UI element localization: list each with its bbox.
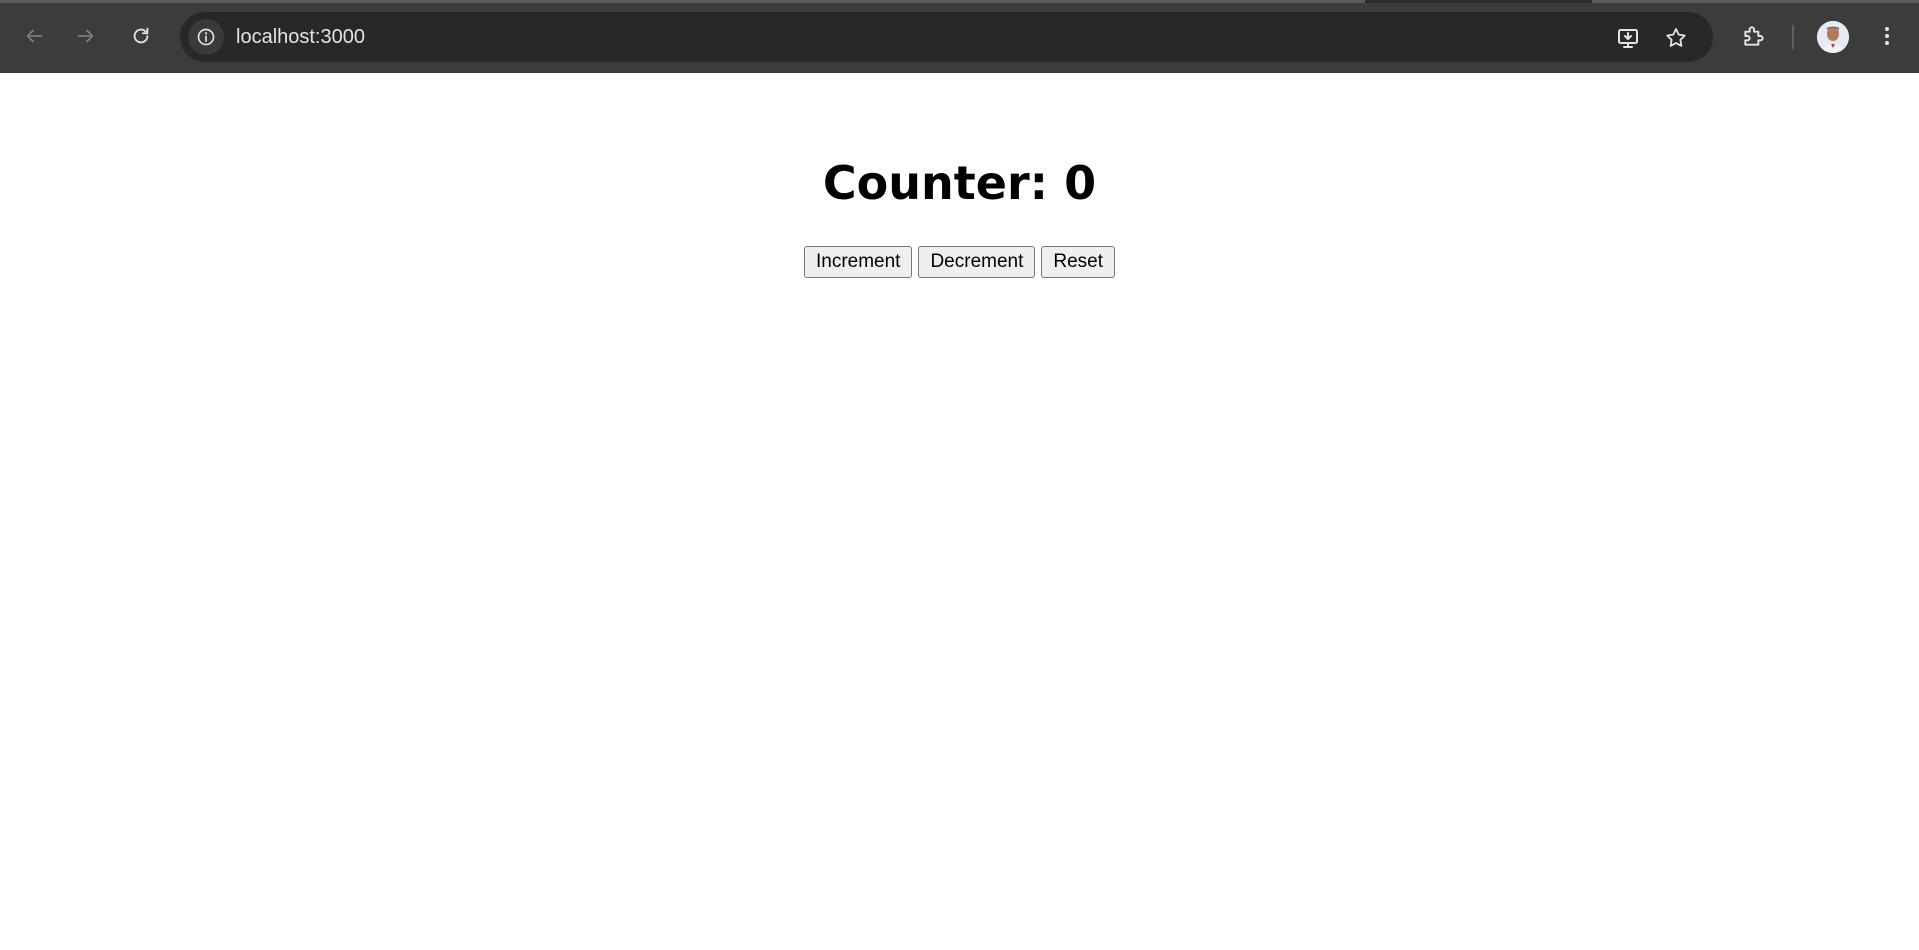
bookmark-button[interactable]: [1663, 25, 1689, 51]
toolbar-divider: [1792, 25, 1794, 49]
browser-toolbar: localhost:3000: [0, 0, 1919, 73]
puzzle-icon: [1744, 26, 1764, 46]
info-icon: [197, 28, 215, 46]
counter-controls: Increment Decrement Reset: [0, 246, 1919, 278]
extensions-button[interactable]: [1738, 20, 1770, 52]
tab-strip-line: [0, 0, 1919, 3]
arrow-left-icon: [26, 29, 43, 43]
url-text[interactable]: localhost:3000: [236, 12, 365, 62]
increment-button[interactable]: Increment: [803, 246, 913, 278]
browser-menu-button[interactable]: [1871, 20, 1903, 52]
arrow-right-icon: [77, 29, 94, 43]
reload-button[interactable]: [123, 18, 159, 54]
back-button[interactable]: [16, 18, 52, 54]
install-app-button[interactable]: [1615, 25, 1641, 51]
address-bar[interactable]: localhost:3000: [180, 12, 1713, 62]
star-icon: [1666, 28, 1686, 47]
forward-button[interactable]: [68, 18, 104, 54]
reload-icon: [133, 27, 149, 44]
avatar[interactable]: [1817, 21, 1849, 53]
site-info-button[interactable]: [188, 19, 224, 55]
counter-heading: Counter: 0: [822, 156, 1097, 210]
profile-photo-icon: [1817, 21, 1849, 53]
install-app-icon: [1618, 29, 1638, 48]
kebab-menu-icon: [1885, 27, 1889, 45]
page-content: Counter: 0 Increment Decrement Reset: [0, 73, 1919, 950]
decrement-button[interactable]: Decrement: [918, 246, 1036, 278]
reset-button[interactable]: Reset: [1041, 246, 1116, 278]
